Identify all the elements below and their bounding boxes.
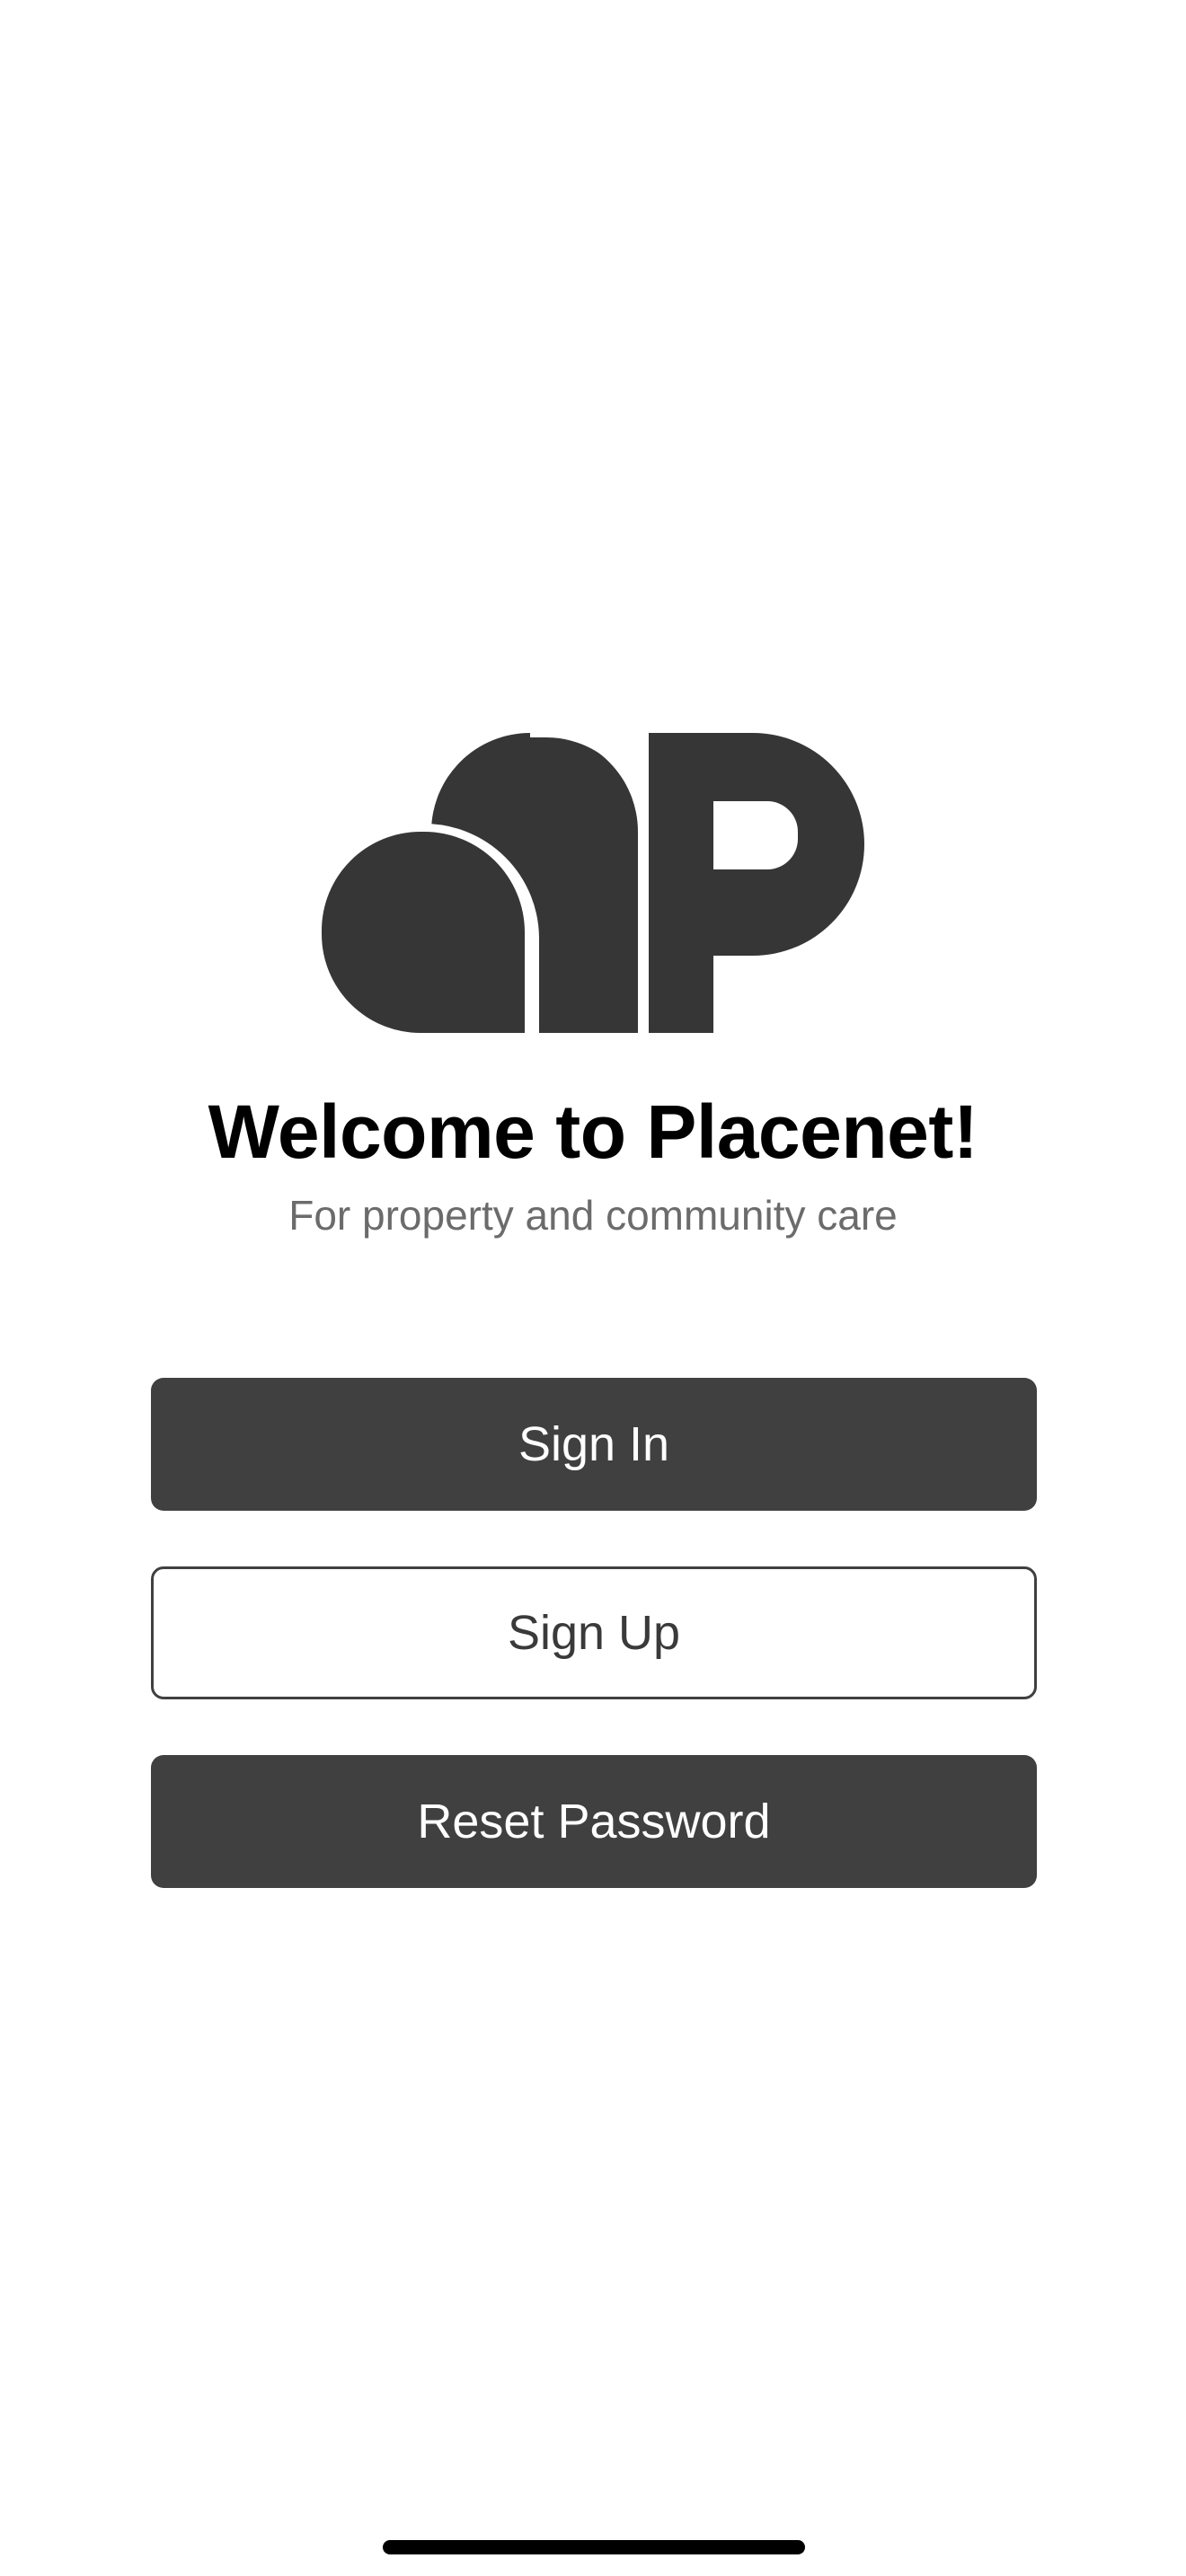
sign-up-button[interactable]: Sign Up [151,1566,1037,1699]
sign-in-label: Sign In [518,1417,670,1471]
welcome-screen: Welcome to Placenet! For property and co… [0,0,1186,2576]
welcome-subtitle: For property and community care [288,1192,898,1239]
welcome-title: Welcome to Placenet! [208,1090,978,1174]
sign-up-label: Sign Up [507,1606,681,1660]
sign-in-button[interactable]: Sign In [151,1378,1037,1511]
home-indicator[interactable] [383,2540,805,2554]
reset-password-button[interactable]: Reset Password [151,1755,1037,1888]
reset-password-label: Reset Password [417,1795,771,1848]
placenet-logo-icon [322,733,864,1033]
